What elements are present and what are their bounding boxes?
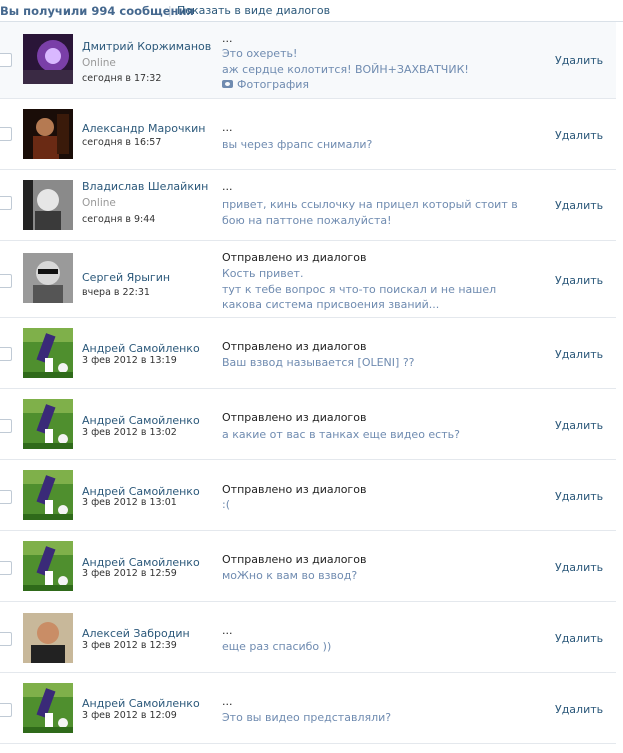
- message-date: вчера в 22:31: [82, 287, 150, 298]
- message-body[interactable]: привет, кинь ссылочку на прицел который …: [222, 197, 532, 228]
- message-row[interactable]: Дмитрий Коржиманов Online сегодня в 17:32.…: [0, 22, 616, 99]
- select-checkbox[interactable]: [0, 490, 12, 504]
- message-date: сегодня в 17:32: [82, 73, 162, 84]
- header-separator: |: [168, 4, 172, 17]
- message-subject[interactable]: Отправлено из диалогов: [222, 251, 366, 264]
- sender-name[interactable]: Владислав Шелайкин: [82, 180, 208, 193]
- message-row[interactable]: Андрей Самойленко 3 фев 2012 в 12:59 Отпра…: [0, 531, 616, 602]
- select-checkbox[interactable]: [0, 703, 12, 717]
- message-row[interactable]: Андрей Самойленко 3 фев 2012 в 13:01 Отпра…: [0, 460, 616, 531]
- sender-name[interactable]: Александр Марочкин: [82, 122, 205, 135]
- message-date: 3 фев 2012 в 12:59: [82, 568, 177, 579]
- attachment-label: Фотография: [237, 78, 310, 91]
- sender-name[interactable]: Дмитрий Коржиманов: [82, 40, 211, 53]
- message-date: 3 фев 2012 в 13:02: [82, 427, 177, 438]
- message-subject[interactable]: ...: [222, 695, 233, 708]
- sender-name[interactable]: Алексей Забродин: [82, 627, 190, 640]
- avatar[interactable]: [23, 34, 73, 84]
- show-as-dialogs-link[interactable]: Показать в виде диалогов: [177, 4, 330, 17]
- message-body[interactable]: Кость привет. тут к тебе вопрос я что-то …: [222, 266, 532, 313]
- message-date: сегодня в 9:44: [82, 214, 156, 225]
- avatar[interactable]: [23, 399, 73, 449]
- avatar[interactable]: [23, 109, 73, 159]
- select-checkbox[interactable]: [0, 632, 12, 646]
- avatar[interactable]: [23, 683, 73, 733]
- message-body[interactable]: Ваш взвод называется [OLENI] ??: [222, 355, 532, 371]
- message-list: Дмитрий Коржиманов Online сегодня в 17:32.…: [0, 22, 616, 744]
- photo-attachment[interactable]: Фотография: [222, 78, 309, 91]
- online-status: Online: [82, 57, 116, 69]
- delete-button[interactable]: Удалить: [555, 348, 603, 361]
- delete-button[interactable]: Удалить: [555, 561, 603, 574]
- online-status: Online: [82, 197, 116, 209]
- delete-button[interactable]: Удалить: [555, 419, 603, 432]
- message-subject[interactable]: ...: [222, 180, 233, 193]
- message-subject[interactable]: Отправлено из диалогов: [222, 483, 366, 496]
- message-count: Вы получили 994 сообщения: [0, 4, 194, 18]
- message-subject[interactable]: ...: [222, 121, 233, 134]
- message-subject[interactable]: Отправлено из диалогов: [222, 340, 366, 353]
- sender-name[interactable]: Андрей Самойленко: [82, 414, 200, 427]
- message-row[interactable]: Алексей Забродин 3 фев 2012 в 12:39... еще…: [0, 602, 616, 673]
- message-subject[interactable]: ...: [222, 624, 233, 637]
- message-body[interactable]: вы через фрапс снимали?: [222, 137, 532, 153]
- avatar[interactable]: [23, 328, 73, 378]
- message-subject[interactable]: ...: [222, 32, 233, 45]
- select-checkbox[interactable]: [0, 419, 12, 433]
- message-date: 3 фев 2012 в 13:01: [82, 497, 177, 508]
- messages-header: Вы получили 994 сообщения | Показать в в…: [0, 0, 623, 22]
- delete-button[interactable]: Удалить: [555, 129, 603, 142]
- avatar[interactable]: [23, 541, 73, 591]
- message-row[interactable]: Андрей Самойленко 3 фев 2012 в 12:09... Эт…: [0, 673, 616, 744]
- message-row[interactable]: Александр Марочкин сегодня в 16:57... вы ч…: [0, 99, 616, 170]
- message-row[interactable]: Владислав Шелайкин Online сегодня в 9:44..…: [0, 170, 616, 241]
- message-row[interactable]: Андрей Самойленко 3 фев 2012 в 13:19 Отпра…: [0, 318, 616, 389]
- message-row[interactable]: Сергей Ярыгин вчера в 22:31 Отправлено из …: [0, 241, 616, 318]
- message-body[interactable]: :(: [222, 497, 532, 513]
- message-subject[interactable]: Отправлено из диалогов: [222, 553, 366, 566]
- delete-button[interactable]: Удалить: [555, 274, 603, 287]
- message-body[interactable]: Это охереть! аж сердце колотится! ВОЙН+ЗА…: [222, 46, 532, 77]
- message-row[interactable]: Андрей Самойленко 3 фев 2012 в 13:02 Отпра…: [0, 389, 616, 460]
- sender-name[interactable]: Андрей Самойленко: [82, 697, 200, 710]
- select-checkbox[interactable]: [0, 53, 12, 67]
- delete-button[interactable]: Удалить: [555, 490, 603, 503]
- select-checkbox[interactable]: [0, 196, 12, 210]
- message-date: 3 фев 2012 в 12:09: [82, 710, 177, 721]
- message-body[interactable]: Это вы видео представляли?: [222, 710, 532, 726]
- select-checkbox[interactable]: [0, 561, 12, 575]
- delete-button[interactable]: Удалить: [555, 54, 603, 67]
- message-body[interactable]: еще раз спасибо )): [222, 639, 532, 655]
- select-checkbox[interactable]: [0, 274, 12, 288]
- select-checkbox[interactable]: [0, 347, 12, 361]
- message-subject[interactable]: Отправлено из диалогов: [222, 411, 366, 424]
- message-date: 3 фев 2012 в 13:19: [82, 355, 177, 366]
- message-date: 3 фев 2012 в 12:39: [82, 640, 177, 651]
- message-body[interactable]: а какие от вас в танках еще видео есть?: [222, 427, 532, 443]
- delete-button[interactable]: Удалить: [555, 199, 603, 212]
- camera-icon: [222, 80, 233, 88]
- avatar[interactable]: [23, 470, 73, 520]
- select-checkbox[interactable]: [0, 127, 12, 141]
- avatar[interactable]: [23, 253, 73, 303]
- sender-name[interactable]: Сергей Ярыгин: [82, 271, 170, 284]
- avatar[interactable]: [23, 180, 73, 230]
- message-date: сегодня в 16:57: [82, 137, 162, 148]
- delete-button[interactable]: Удалить: [555, 703, 603, 716]
- avatar[interactable]: [23, 613, 73, 663]
- message-body[interactable]: моЖно к вам во взвод?: [222, 568, 532, 584]
- delete-button[interactable]: Удалить: [555, 632, 603, 645]
- sender-name[interactable]: Андрей Самойленко: [82, 342, 200, 355]
